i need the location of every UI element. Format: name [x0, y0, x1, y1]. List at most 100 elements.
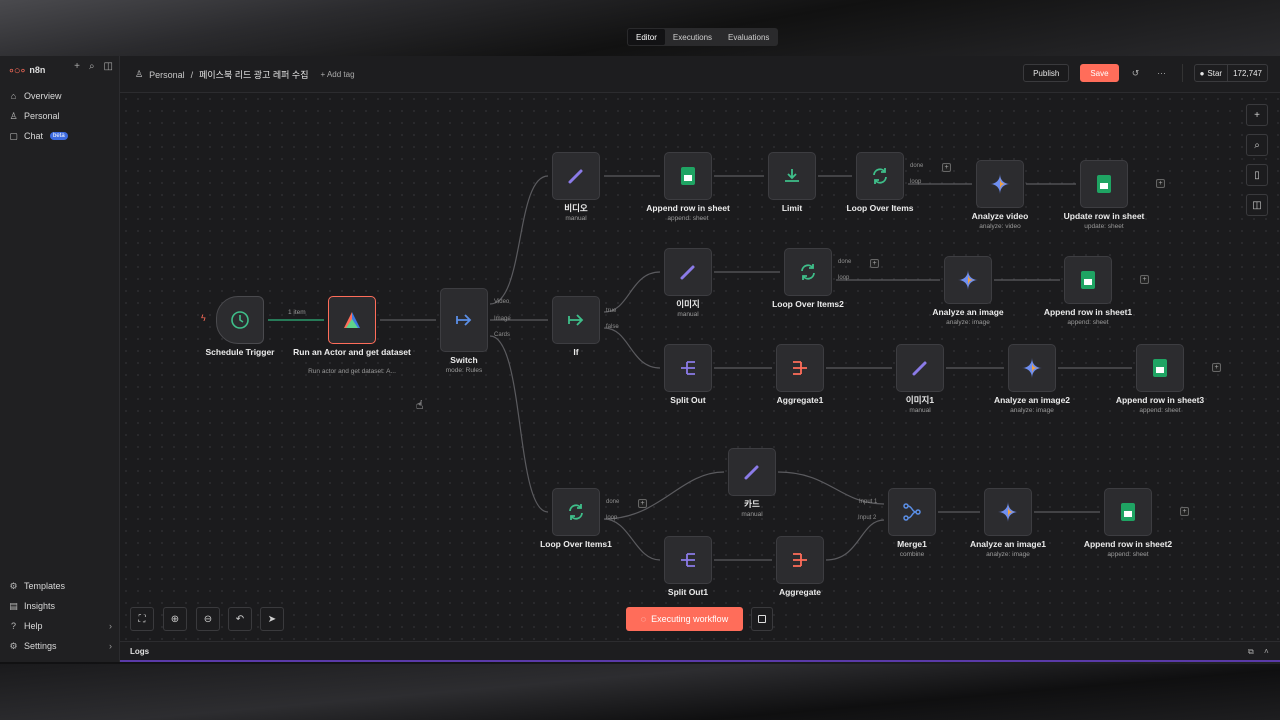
executing-workflow-button[interactable]: ◌ Executing workflow [626, 607, 743, 631]
node-switch[interactable] [440, 288, 488, 352]
node-split-out1[interactable] [664, 536, 712, 584]
sidebar-item-label: Overview [24, 91, 62, 101]
add-node-plus-icon[interactable]: + [942, 163, 951, 172]
sidebar-item-label: Insights [24, 601, 56, 611]
sidebar-item-chat[interactable]: ▢ Chat beta [0, 126, 120, 146]
history-icon[interactable]: ↺ [1127, 64, 1145, 82]
sidebar-item-settings[interactable]: ⚙ Settings › [0, 636, 120, 656]
tab-evaluations[interactable]: Evaluations [720, 29, 777, 45]
publish-button[interactable]: Publish [1023, 64, 1070, 82]
breadcrumb-owner[interactable]: Personal [149, 70, 185, 80]
templates-icon: ⚙ [9, 580, 18, 591]
split-out-icon [681, 361, 695, 375]
apify-icon [344, 312, 360, 328]
add-node-plus-icon[interactable]: + [1140, 275, 1149, 284]
node-append-row-in-sheet2[interactable] [1104, 488, 1152, 536]
sidebar-item-templates[interactable]: ⚙ Templates [0, 576, 120, 596]
node-merge1[interactable] [888, 488, 936, 536]
node-update-row-in-sheet[interactable] [1080, 160, 1128, 208]
add-node-plus-icon[interactable]: + [1212, 363, 1221, 372]
node-video[interactable] [552, 152, 600, 200]
spinner-icon: ◌ [640, 614, 647, 624]
sticky-note-icon[interactable]: ▯ [1246, 164, 1268, 186]
gemini-sparkle-icon [1022, 358, 1042, 378]
node-loop-over-items1[interactable] [552, 488, 600, 536]
google-sheets-icon [1153, 359, 1167, 377]
stop-execution-button[interactable] [751, 607, 773, 631]
output-label: done [838, 259, 852, 265]
node-loop-over-items2[interactable] [784, 248, 832, 296]
add-tag-button[interactable]: + Add tag [321, 70, 355, 79]
output-label: done [606, 499, 620, 505]
node-card[interactable] [728, 448, 776, 496]
node-split-out[interactable] [664, 344, 712, 392]
settings-icon: ⚙ [9, 640, 18, 651]
collapse-sidebar-icon[interactable]: ◫ [104, 61, 113, 72]
zoom-in-icon[interactable]: ⊕ [163, 607, 187, 631]
node-label: 이미지 [676, 299, 700, 309]
clock-icon [231, 311, 249, 329]
search-nodes-icon[interactable]: ⌕ [1246, 134, 1268, 156]
node-label: If [573, 347, 579, 357]
node-label: Update row in sheet [1063, 211, 1145, 221]
tab-executions[interactable]: Executions [665, 29, 720, 45]
node-image[interactable] [664, 248, 712, 296]
add-node-plus-icon[interactable]: + [638, 499, 647, 508]
node-append-row-in-sheet1[interactable] [1064, 256, 1112, 304]
more-options-icon[interactable]: ··· [1153, 64, 1171, 82]
plus-icon[interactable]: + [74, 61, 80, 72]
tidy-up-icon[interactable]: ➤ [260, 607, 284, 631]
search-icon[interactable]: ⌕ [89, 61, 95, 72]
node-analyze-an-image2[interactable] [1008, 344, 1056, 392]
breadcrumb: ♙ Personal / 페이스북 리드 광고 레퍼 수집 + Add tag [135, 68, 355, 81]
add-node-plus-icon[interactable]: + [1180, 507, 1189, 516]
add-node-plus-icon[interactable]: + [870, 259, 879, 268]
view-tabs: Editor Executions Evaluations [627, 28, 779, 46]
node-analyze-an-image1[interactable] [984, 488, 1032, 536]
undo-icon[interactable]: ↶ [228, 607, 252, 631]
node-label: Append row in sheet2 [1083, 539, 1173, 549]
node-sublabel: mode: Rules [445, 367, 483, 374]
node-sublabel: manual [677, 311, 699, 318]
workflow-title[interactable]: 페이스북 리드 광고 레퍼 수집 [199, 68, 308, 81]
node-aggregate[interactable] [776, 536, 824, 584]
sidebar-item-personal[interactable]: ♙ Personal [0, 106, 120, 126]
n8n-logo-icon: ∘○∘ [8, 64, 26, 77]
node-if[interactable] [552, 296, 600, 344]
sidebar-item-label: Help [24, 621, 43, 631]
gemini-sparkle-icon [958, 270, 978, 290]
add-node-icon[interactable]: + [1246, 104, 1268, 126]
node-run-actor[interactable] [328, 296, 376, 344]
sidebar-item-overview[interactable]: ⌂ Overview [0, 86, 120, 106]
fit-view-icon[interactable]: ⛶ [130, 607, 154, 631]
panel-toggle-icon[interactable]: ◫ [1246, 194, 1268, 216]
chevron-up-icon[interactable]: ˄ [1264, 647, 1269, 656]
node-limit[interactable] [768, 152, 816, 200]
node-aggregate1[interactable] [776, 344, 824, 392]
pencil-icon [912, 361, 927, 376]
brand[interactable]: ∘○∘ n8n [8, 62, 45, 78]
node-image1[interactable] [896, 344, 944, 392]
node-loop-over-items[interactable] [856, 152, 904, 200]
node-append-row-in-sheet[interactable] [664, 152, 712, 200]
node-schedule-trigger[interactable] [216, 296, 264, 344]
node-sublabel: Run actor and get dataset: A... [308, 368, 396, 375]
output-label: loop [606, 515, 618, 521]
output-label: Video [494, 299, 510, 305]
logs-panel-bar[interactable]: Logs ⧉ ˄ [120, 641, 1280, 662]
output-label: done [910, 163, 924, 169]
save-button[interactable]: Save [1080, 64, 1119, 82]
node-append-row-in-sheet3[interactable] [1136, 344, 1184, 392]
popout-icon[interactable]: ⧉ [1248, 647, 1254, 657]
github-star-button[interactable]: ● Star 172,747 [1193, 64, 1268, 82]
sidebar-item-help[interactable]: ? Help › [0, 616, 120, 636]
add-node-plus-icon[interactable]: + [1156, 179, 1165, 188]
node-label: 이미지1 [905, 395, 935, 405]
sidebar-item-insights[interactable]: ▤ Insights [0, 596, 120, 616]
executing-label: Executing workflow [651, 614, 729, 624]
node-analyze-an-image[interactable] [944, 256, 992, 304]
zoom-out-icon[interactable]: ⊖ [196, 607, 220, 631]
tab-editor[interactable]: Editor [628, 29, 665, 45]
node-analyze-video[interactable] [976, 160, 1024, 208]
node-sublabel: analyze: image [986, 551, 1030, 558]
